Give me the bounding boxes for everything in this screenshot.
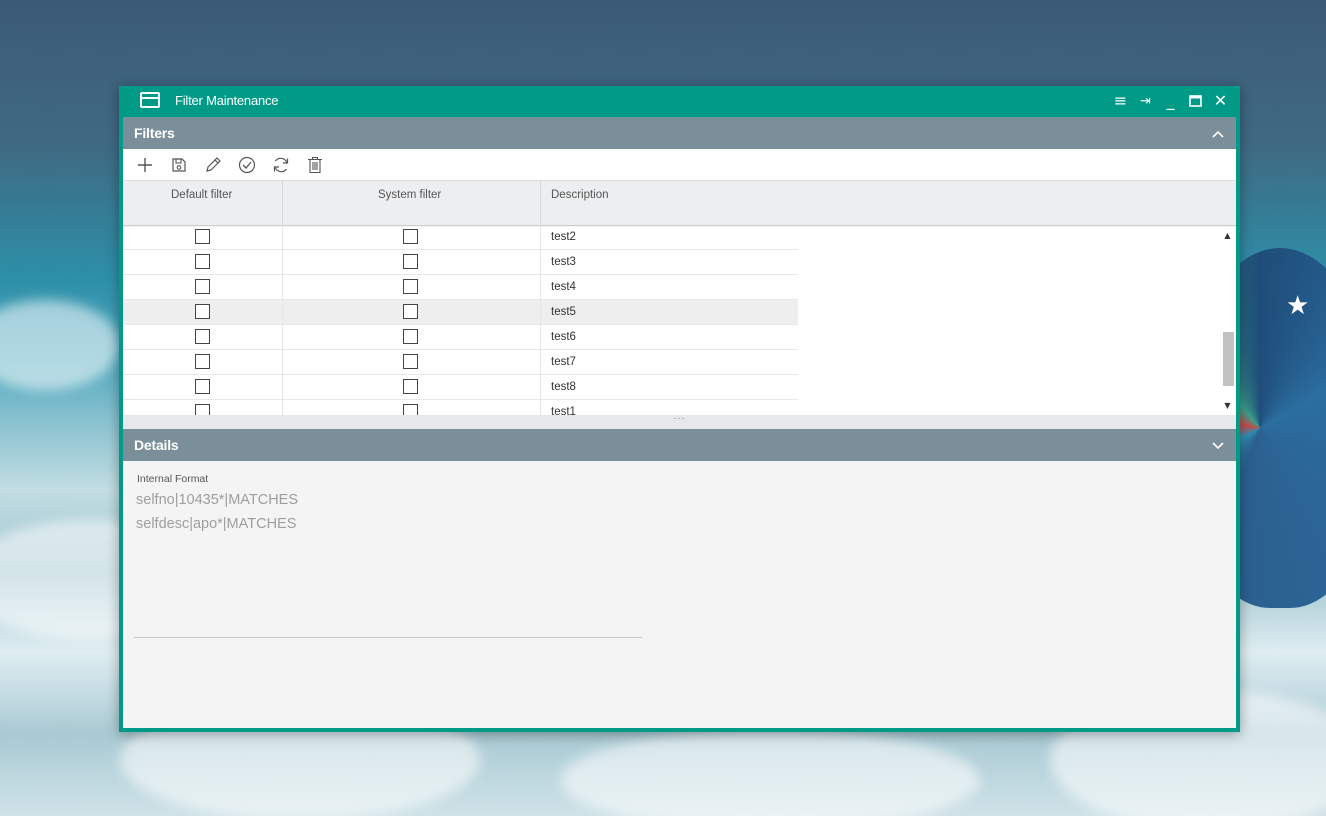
cell-divider (282, 300, 283, 325)
scrollbar-thumb[interactable] (1223, 332, 1234, 386)
internal-format-field-underline (134, 637, 642, 638)
cell-divider (282, 400, 283, 415)
table-row[interactable]: test3 (123, 250, 798, 275)
row-description: test4 (551, 281, 576, 293)
menu-icon[interactable]: ≡ (1111, 91, 1130, 111)
cell-divider (540, 300, 541, 325)
edit-icon[interactable] (201, 153, 225, 177)
row-description: test6 (551, 331, 576, 343)
internal-format-line[interactable]: selfno|10435*|MATCHES (136, 492, 298, 508)
cell-divider (540, 325, 541, 350)
check-circle-icon[interactable] (235, 153, 259, 177)
close-icon[interactable]: ✕ (1211, 91, 1230, 111)
default-filter-checkbox[interactable] (195, 404, 210, 415)
window-app-icon (140, 92, 160, 108)
cell-divider (282, 227, 283, 250)
table-row[interactable]: test7 (123, 350, 798, 375)
default-filter-checkbox[interactable] (195, 279, 210, 294)
chevron-up-icon[interactable] (1208, 117, 1228, 149)
chevron-down-icon[interactable] (1208, 429, 1228, 461)
default-filter-checkbox[interactable] (195, 354, 210, 369)
system-filter-checkbox[interactable] (403, 254, 418, 269)
row-description: test1 (551, 406, 576, 415)
system-filter-checkbox[interactable] (403, 379, 418, 394)
section-splitter[interactable]: ··· (123, 413, 1236, 429)
cell-divider (282, 250, 283, 275)
table-row[interactable]: test8 (123, 375, 798, 400)
column-divider[interactable] (540, 181, 541, 226)
cell-divider (540, 227, 541, 250)
system-filter-checkbox[interactable] (403, 229, 418, 244)
default-filter-checkbox[interactable] (195, 304, 210, 319)
refresh-icon[interactable] (269, 153, 293, 177)
internal-format-label: Internal Format (137, 473, 209, 485)
cell-divider (540, 375, 541, 400)
cell-divider (540, 250, 541, 275)
filters-toolbar (123, 149, 1236, 181)
system-filter-checkbox[interactable] (403, 279, 418, 294)
row-description: test5 (551, 306, 576, 318)
cell-divider (282, 325, 283, 350)
default-filter-checkbox[interactable] (195, 379, 210, 394)
details-section-title: Details (134, 437, 179, 453)
system-filter-checkbox[interactable] (403, 354, 418, 369)
trash-icon[interactable] (303, 153, 327, 177)
cell-divider (540, 350, 541, 375)
minimize-icon[interactable]: _ (1161, 91, 1180, 111)
system-filter-checkbox[interactable] (403, 329, 418, 344)
window-title: Filter Maintenance (175, 93, 279, 108)
add-icon[interactable] (133, 153, 157, 177)
default-filter-checkbox[interactable] (195, 329, 210, 344)
row-description: test7 (551, 356, 576, 368)
save-icon[interactable] (167, 153, 191, 177)
maximize-icon[interactable] (1186, 91, 1205, 111)
filter-maintenance-window: Filter Maintenance ≡ ⇥ _ ✕ Filters Defau… (119, 86, 1240, 732)
default-filter-checkbox[interactable] (195, 254, 210, 269)
table-row[interactable]: test1 (123, 400, 798, 415)
column-divider[interactable] (282, 181, 283, 226)
table-row-selected[interactable]: test5 (123, 300, 798, 325)
filters-section-header[interactable]: Filters (123, 117, 1236, 149)
scroll-up-arrow-icon[interactable]: ▲ (1219, 229, 1236, 243)
window-content: Filters Default filter System filter Des… (123, 117, 1236, 728)
cell-divider (282, 350, 283, 375)
filters-grid-header: Default filter System filter Description (123, 181, 1236, 226)
system-filter-checkbox[interactable] (403, 304, 418, 319)
pin-icon[interactable]: ⇥ (1136, 91, 1155, 111)
details-panel: Internal Format selfno|10435*|MATCHES se… (123, 461, 1236, 728)
details-section-header[interactable]: Details (123, 429, 1236, 461)
filters-section-title: Filters (134, 125, 175, 141)
filters-grid-body: test2 test3 test4 test5 test6 test7 test… (123, 227, 1236, 415)
default-filter-checkbox[interactable] (195, 229, 210, 244)
filters-grid-scrollbar[interactable]: ▲ ▼ (1219, 227, 1236, 415)
cell-divider (540, 275, 541, 300)
window-titlebar[interactable]: Filter Maintenance ≡ ⇥ _ ✕ (119, 86, 1240, 116)
system-filter-checkbox[interactable] (403, 404, 418, 415)
scroll-down-arrow-icon[interactable]: ▼ (1219, 399, 1236, 413)
row-description: test2 (551, 231, 576, 243)
table-row[interactable]: test2 (123, 227, 798, 250)
table-row[interactable]: test4 (123, 275, 798, 300)
column-header-system-filter[interactable]: System filter (378, 181, 441, 226)
splitter-handle[interactable]: ··· (673, 413, 686, 424)
table-row[interactable]: test6 (123, 325, 798, 350)
row-description: test8 (551, 381, 576, 393)
internal-format-line[interactable]: selfdesc|apo*|MATCHES (136, 516, 296, 532)
column-header-description[interactable]: Description (551, 181, 609, 226)
window-controls: ≡ ⇥ _ ✕ (1111, 91, 1230, 111)
cell-divider (282, 275, 283, 300)
cell-divider (540, 400, 541, 415)
row-description: test3 (551, 256, 576, 268)
cell-divider (282, 375, 283, 400)
column-header-default-filter[interactable]: Default filter (171, 181, 232, 226)
